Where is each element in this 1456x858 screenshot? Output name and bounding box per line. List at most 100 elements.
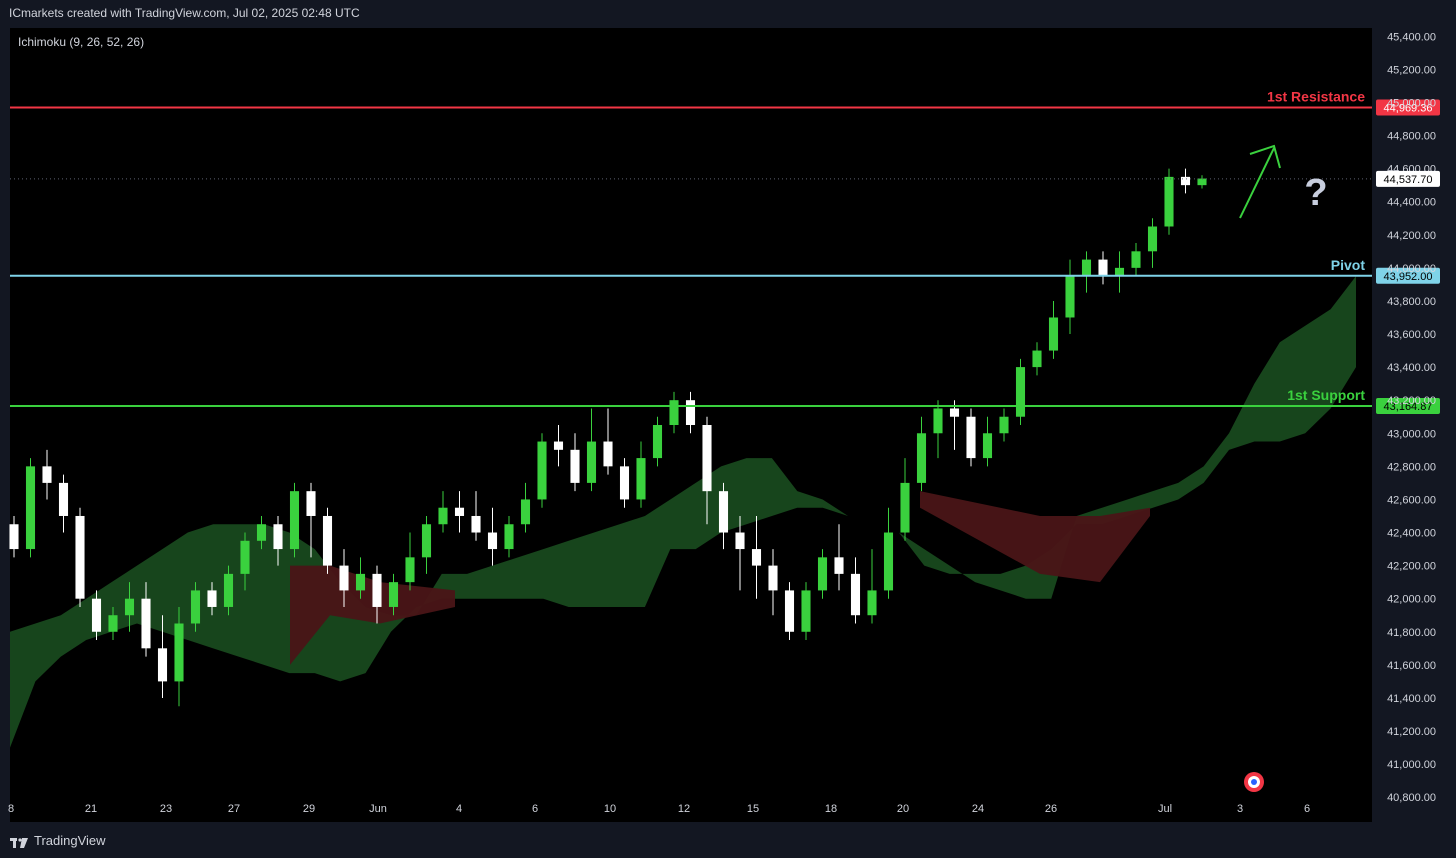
indicator-label: Ichimoku (9, 26, 52, 26) xyxy=(18,35,144,49)
candle-body[interactable] xyxy=(306,491,316,516)
tradingview-logo[interactable]: TradingView xyxy=(10,833,106,848)
y-tick-label: 45,400.00 xyxy=(1387,31,1436,43)
candle-body[interactable] xyxy=(1081,259,1092,277)
candle-body[interactable] xyxy=(834,557,844,574)
candle-body[interactable] xyxy=(702,425,712,492)
candle-body[interactable] xyxy=(504,524,514,550)
candle-body[interactable] xyxy=(586,441,597,483)
candle-body[interactable] xyxy=(966,416,976,459)
annotation-question: ? xyxy=(1304,172,1327,214)
candle-body[interactable] xyxy=(850,573,861,616)
candle-body[interactable] xyxy=(817,557,828,591)
x-tick-label: 29 xyxy=(303,803,315,815)
candle-body[interactable] xyxy=(669,400,679,425)
tradingview-mark-icon xyxy=(10,836,28,848)
candle-body[interactable] xyxy=(1065,276,1075,318)
candle-body[interactable] xyxy=(735,532,745,550)
candle-body[interactable] xyxy=(1032,350,1042,368)
candle-body[interactable] xyxy=(207,590,217,607)
candle-body[interactable] xyxy=(1180,176,1191,186)
level-label: Pivot xyxy=(1331,257,1366,273)
candle-body[interactable] xyxy=(487,532,498,550)
x-tick-label: Jun xyxy=(369,803,387,815)
candle-body[interactable] xyxy=(1197,178,1207,186)
candle-body[interactable] xyxy=(1131,251,1141,268)
candle-body[interactable] xyxy=(273,524,283,550)
candle-body[interactable] xyxy=(1098,259,1108,277)
candle-body[interactable] xyxy=(1147,226,1158,252)
x-tick-label: 15 xyxy=(747,803,759,815)
candle-body[interactable] xyxy=(570,449,580,483)
candle-body[interactable] xyxy=(157,648,168,682)
y-tick-label: 43,200.00 xyxy=(1387,395,1436,407)
candle-body[interactable] xyxy=(75,515,85,599)
candle-body[interactable] xyxy=(339,565,349,591)
candle-body[interactable] xyxy=(1164,176,1174,227)
candle-body[interactable] xyxy=(553,441,564,450)
candle-body[interactable] xyxy=(289,491,300,550)
candle-body[interactable] xyxy=(784,590,795,632)
x-tick-label: 21 xyxy=(85,803,97,815)
candle-body[interactable] xyxy=(9,524,19,550)
candle-body[interactable] xyxy=(91,598,102,632)
chart-attribution: ICmarkets created with TradingView.com, … xyxy=(9,6,360,20)
top-bar: ICmarkets created with TradingView.com, … xyxy=(0,0,1456,28)
candle-body[interactable] xyxy=(718,491,729,533)
candle-body[interactable] xyxy=(388,582,399,607)
candle-body[interactable] xyxy=(1015,367,1026,417)
candle-body[interactable] xyxy=(916,433,927,483)
tradingview-brand: TradingView xyxy=(34,833,106,848)
candle-body[interactable] xyxy=(801,590,811,632)
candle-body[interactable] xyxy=(42,466,52,483)
candle-body[interactable] xyxy=(438,507,448,525)
candle-body[interactable] xyxy=(355,573,366,591)
candle-body[interactable] xyxy=(982,433,993,459)
candle-body[interactable] xyxy=(867,590,877,616)
y-tick-label: 44,200.00 xyxy=(1387,230,1436,242)
candle-body[interactable] xyxy=(405,557,415,583)
candle-body[interactable] xyxy=(768,565,778,591)
candle-body[interactable] xyxy=(520,499,531,525)
y-tick-label: 42,000.00 xyxy=(1387,594,1436,606)
candle-body[interactable] xyxy=(603,441,613,467)
x-tick-label: 4 xyxy=(456,803,462,815)
x-tick-label: 3 xyxy=(1237,803,1243,815)
candle-body[interactable] xyxy=(372,573,382,607)
y-tick-label: 40,800.00 xyxy=(1387,792,1436,804)
candle-body[interactable] xyxy=(223,573,234,607)
candle-body[interactable] xyxy=(240,540,250,574)
candle-body[interactable] xyxy=(537,441,547,500)
candle-body[interactable] xyxy=(685,400,696,425)
candle-body[interactable] xyxy=(883,532,894,591)
candle-body[interactable] xyxy=(999,416,1009,434)
candle-body[interactable] xyxy=(190,590,201,624)
candle-body[interactable] xyxy=(108,615,118,632)
price-chart[interactable]: Ichimoku (9, 26, 52, 26)1st Resistance44… xyxy=(0,0,1456,858)
x-tick-label: 8 xyxy=(8,803,14,815)
y-tick-label: 42,400.00 xyxy=(1387,528,1436,540)
candle-body[interactable] xyxy=(636,458,646,500)
candle-body[interactable] xyxy=(619,466,630,500)
candle-body[interactable] xyxy=(949,408,960,417)
candle-body[interactable] xyxy=(454,507,465,516)
x-tick-label: 20 xyxy=(897,803,909,815)
y-tick-label: 44,800.00 xyxy=(1387,131,1436,143)
candle-body[interactable] xyxy=(124,598,135,616)
candle-body[interactable] xyxy=(751,549,762,566)
y-tick-label: 41,000.00 xyxy=(1387,759,1436,771)
candle-body[interactable] xyxy=(256,524,267,541)
candle-body[interactable] xyxy=(141,598,151,649)
candle-body[interactable] xyxy=(471,515,481,533)
candle-body[interactable] xyxy=(933,408,943,434)
candle-body[interactable] xyxy=(58,482,69,516)
y-tick-label: 42,800.00 xyxy=(1387,461,1436,473)
candle-body[interactable] xyxy=(322,515,333,566)
candle-body[interactable] xyxy=(174,623,184,682)
level-label: 1st Resistance xyxy=(1267,89,1365,105)
candle-body[interactable] xyxy=(25,466,36,550)
candle-body[interactable] xyxy=(900,482,910,533)
candle-body[interactable] xyxy=(1048,317,1059,351)
candle-body[interactable] xyxy=(652,425,663,459)
y-tick-label: 43,600.00 xyxy=(1387,329,1436,341)
candle-body[interactable] xyxy=(421,524,432,558)
